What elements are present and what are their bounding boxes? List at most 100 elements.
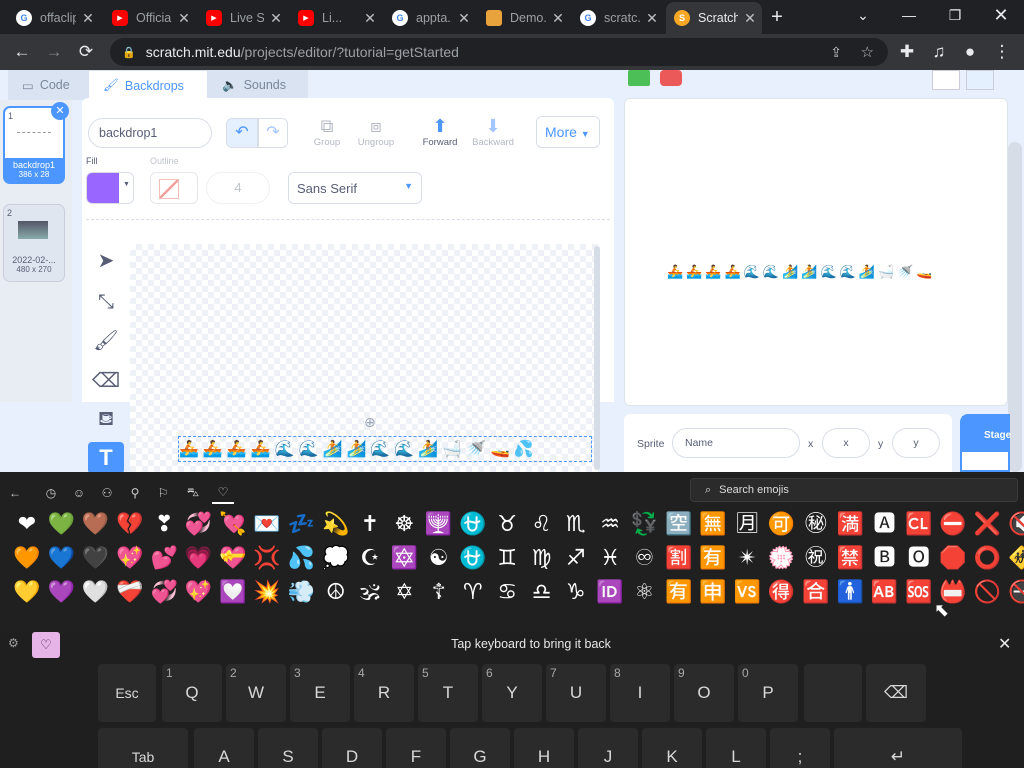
emoji-item[interactable]: ⚛	[629, 578, 659, 608]
back-arrow-icon[interactable]: ←	[4, 482, 26, 504]
emoji-item[interactable]: 🆑	[904, 510, 934, 540]
emoji-item[interactable]: ☦	[424, 578, 454, 608]
emoji-item[interactable]: 💖	[115, 544, 145, 574]
emoji-item[interactable]: 🚭	[1007, 578, 1024, 608]
chrome-menu-icon[interactable]: ⋮	[988, 38, 1016, 66]
key[interactable]: Esc	[98, 664, 156, 722]
key[interactable]: F	[386, 728, 446, 768]
browser-tab[interactable]: Demo...✕	[478, 2, 570, 34]
celebration-icon[interactable]: ⚲	[124, 482, 146, 504]
emoji-item[interactable]: 💕	[149, 544, 179, 574]
stage-selector[interactable]: Stage	[960, 414, 1011, 472]
minimize-button[interactable]: —	[886, 0, 932, 30]
emoji-item[interactable]: 🈶	[664, 578, 694, 608]
outline-width-input[interactable]: 4	[206, 172, 270, 204]
outline-color-picker[interactable]	[150, 172, 198, 204]
small-stage-button[interactable]	[932, 70, 960, 90]
emoji-item[interactable]: 💢	[252, 544, 282, 574]
emoji-item[interactable]: 💗	[184, 544, 214, 574]
key[interactable]: A	[194, 728, 254, 768]
emoji-item[interactable]: 🉐	[767, 578, 797, 608]
undo-button[interactable]: ↶	[226, 118, 258, 148]
emoji-item[interactable]: 💱	[629, 510, 659, 540]
emoji-item[interactable]: 💝	[218, 544, 248, 574]
key[interactable]: D	[322, 728, 382, 768]
canvas-scrollbar[interactable]	[594, 246, 600, 470]
browser-tab[interactable]: Gscratc...✕	[572, 2, 664, 34]
new-tab-button[interactable]: +	[763, 3, 791, 31]
emoji-item[interactable]: 🈹	[664, 544, 694, 574]
brush-tool-icon[interactable]: 🖌	[88, 324, 124, 356]
emoji-item[interactable]: 💥	[252, 578, 282, 608]
reload-button[interactable]: ⟳	[72, 38, 100, 66]
large-stage-button[interactable]	[966, 70, 994, 90]
key[interactable]: L	[706, 728, 766, 768]
emoji-item[interactable]: 🈳	[664, 510, 694, 540]
key[interactable]: 6Y	[482, 664, 542, 722]
emoji-item[interactable]: 🈸	[698, 578, 728, 608]
close-tab-icon[interactable]: ✕	[738, 10, 762, 27]
emoji-item[interactable]: ㊙	[801, 510, 831, 540]
emoji-item[interactable]: 🈚	[698, 510, 728, 540]
select-tool-icon[interactable]: ➤	[88, 244, 124, 276]
emoji-item[interactable]: 💞	[184, 510, 214, 540]
browser-tab[interactable]: Gappta...✕	[384, 2, 476, 34]
emoji-item[interactable]: 🆘	[904, 578, 934, 608]
emoji-item[interactable]: 🚸	[1007, 544, 1024, 574]
costume-item-1[interactable]: 1 backdrop1 386 x 28 ✕	[3, 102, 69, 184]
key[interactable]: ⌫	[866, 664, 926, 722]
emoji-item[interactable]: ☪	[355, 544, 385, 574]
stage-preview[interactable]: 🚣🚣🚣🚣🌊🌊🏄🏄🌊🌊🏄🛁🚿🚤	[624, 98, 1008, 406]
emoji-item[interactable]: ✝	[355, 510, 385, 540]
media-control-icon[interactable]: ♫	[925, 38, 953, 66]
tab-backdrops[interactable]: 🖌 Backdrops	[88, 70, 208, 100]
emoji-item[interactable]: ✡	[389, 578, 419, 608]
smiley-icon[interactable]: ☺	[68, 482, 90, 504]
emoji-item[interactable]: ♍	[527, 544, 557, 574]
emoji-item[interactable]: 🆔	[595, 578, 625, 608]
forward-button[interactable]: →	[40, 38, 68, 66]
costume-item-2[interactable]: 2 2022-02-... 480 x 270	[3, 204, 65, 282]
emoji-item[interactable]: 🅾	[904, 544, 934, 574]
emoji-item[interactable]: ♓	[595, 544, 625, 574]
key[interactable]: 9O	[674, 664, 734, 722]
ungroup-button[interactable]: ⧈ Ungroup	[354, 116, 398, 148]
delete-costume-icon[interactable]: ✕	[51, 102, 69, 120]
emoji-item[interactable]: ♑	[561, 578, 591, 608]
key[interactable]	[804, 664, 862, 722]
emoji-item[interactable]: 🅰	[870, 510, 900, 540]
flag-icon[interactable]: ⚐	[152, 482, 174, 504]
emoji-item[interactable]: ⛔	[938, 510, 968, 540]
emoji-item[interactable]: ♈	[458, 578, 488, 608]
emoji-item[interactable]: 🤍	[81, 578, 111, 608]
key[interactable]: H	[514, 728, 574, 768]
heart-category-icon[interactable]: ♡	[212, 482, 234, 504]
emoji-item[interactable]: 🈴	[801, 578, 831, 608]
tab-sounds[interactable]: 🔈 Sounds	[208, 70, 308, 100]
emoji-item[interactable]: 🈵	[835, 510, 865, 540]
redo-button[interactable]: ↷	[258, 118, 288, 148]
emoji-item[interactable]: 💖	[184, 578, 214, 608]
emoji-item[interactable]: ⛎	[458, 510, 488, 540]
key[interactable]: ↵	[834, 728, 962, 768]
key[interactable]: K	[642, 728, 702, 768]
key[interactable]: 1Q	[162, 664, 222, 722]
browser-tab[interactable]: ▶ Li... ✕	[290, 2, 382, 34]
sprite-y-input[interactable]: y	[892, 428, 940, 458]
sprite-name-input[interactable]: Name	[672, 428, 800, 458]
browser-tab[interactable]: ▶ Official...✕	[104, 2, 196, 34]
emoji-item[interactable]: ☯	[424, 544, 454, 574]
restore-button[interactable]: ❐	[932, 0, 978, 30]
emoji-item[interactable]: 💦	[286, 544, 316, 574]
emoji-item[interactable]: 🅱	[870, 544, 900, 574]
emoji-item[interactable]: 🈲	[835, 544, 865, 574]
key[interactable]: J	[578, 728, 638, 768]
emoji-item[interactable]: ♏	[561, 510, 591, 540]
group-button[interactable]: ⧉ Group	[312, 116, 342, 148]
emoji-item[interactable]: 🆚	[732, 578, 762, 608]
font-select[interactable]: Sans Serif ▼	[288, 172, 422, 204]
share-icon[interactable]: ⇪	[830, 44, 842, 61]
emoji-item[interactable]: ❤	[12, 510, 42, 540]
emoji-item[interactable]: 🤎	[81, 510, 111, 540]
browser-tab[interactable]: ▶ Live S...✕	[198, 2, 288, 34]
